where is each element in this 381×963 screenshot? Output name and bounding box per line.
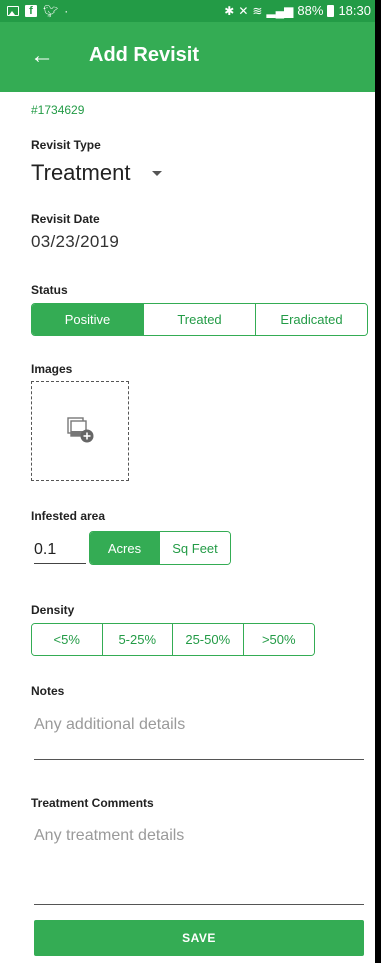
infested-area-label: Infested area — [31, 509, 106, 523]
treatment-comments-label: Treatment Comments — [31, 796, 154, 810]
density-segmented-control: <5% 5-25% 25-50% >50% — [31, 623, 315, 656]
density-option-25-50[interactable]: 25-50% — [173, 624, 244, 655]
density-option-5-25[interactable]: 5-25% — [102, 624, 173, 655]
status-option-treated[interactable]: Treated — [144, 304, 256, 335]
revisit-date-label: Revisit Date — [31, 212, 100, 226]
app-bar: ← Add Revisit — [0, 22, 375, 92]
gallery-notification-icon — [7, 6, 19, 16]
clock: 18:30 — [338, 3, 371, 18]
notes-label: Notes — [31, 684, 65, 698]
status-option-eradicated[interactable]: Eradicated — [256, 304, 367, 335]
add-image-dropzone[interactable] — [31, 381, 129, 481]
screen: f 🐦︎ · ✱ ✕ ≋ ▂▄▆ 88% 18:30 ← Add Revisit… — [0, 0, 375, 963]
unit-option-acres[interactable]: Acres — [90, 532, 160, 564]
mute-icon: ✕ — [238, 3, 249, 18]
wifi-icon: ≋ — [252, 3, 263, 18]
notification-icons: f 🐦︎ · — [7, 4, 68, 18]
status-label: Status — [31, 283, 68, 297]
status-option-positive[interactable]: Positive — [32, 304, 144, 335]
revisit-date-field[interactable]: 03/23/2019 — [31, 232, 119, 252]
twitter-icon: 🐦︎ — [43, 4, 59, 18]
battery-percent: 88% — [297, 3, 324, 18]
images-label: Images — [31, 362, 73, 376]
signal-icon: ▂▄▆ — [266, 3, 294, 18]
density-option-lt5[interactable]: <5% — [32, 624, 103, 655]
revisit-type-dropdown[interactable]: Treatment — [31, 160, 163, 186]
bluetooth-icon: ✱ — [224, 3, 235, 18]
infested-area-input[interactable]: 0.1 — [34, 541, 86, 564]
density-label: Density — [31, 603, 75, 617]
unit-option-sq-feet[interactable]: Sq Feet — [160, 532, 230, 564]
revisit-type-value: Treatment — [31, 160, 131, 185]
notes-underline — [34, 759, 364, 760]
status-bar: f 🐦︎ · ✱ ✕ ≋ ▂▄▆ 88% 18:30 — [0, 0, 375, 22]
chevron-down-icon — [152, 170, 163, 176]
status-segmented-control: Positive Treated Eradicated — [31, 303, 368, 336]
area-unit-segmented-control: Acres Sq Feet — [89, 531, 231, 565]
dot-icon: · — [64, 4, 69, 18]
revisit-type-label: Revisit Type — [31, 138, 101, 152]
battery-icon — [327, 4, 335, 17]
notes-input[interactable]: Any additional details — [34, 716, 185, 734]
treatment-comments-underline — [34, 904, 364, 905]
back-arrow-icon[interactable]: ← — [30, 43, 54, 69]
facebook-icon: f — [25, 5, 37, 17]
record-id: #1734629 — [31, 103, 85, 117]
save-button[interactable]: SAVE — [34, 920, 364, 956]
treatment-comments-input[interactable]: Any treatment details — [34, 827, 184, 845]
system-icons: ✱ ✕ ≋ ▂▄▆ 88% 18:30 — [224, 3, 371, 18]
density-option-gt50[interactable]: >50% — [243, 624, 314, 655]
add-image-icon — [67, 417, 94, 443]
page-title: Add Revisit — [89, 44, 200, 66]
